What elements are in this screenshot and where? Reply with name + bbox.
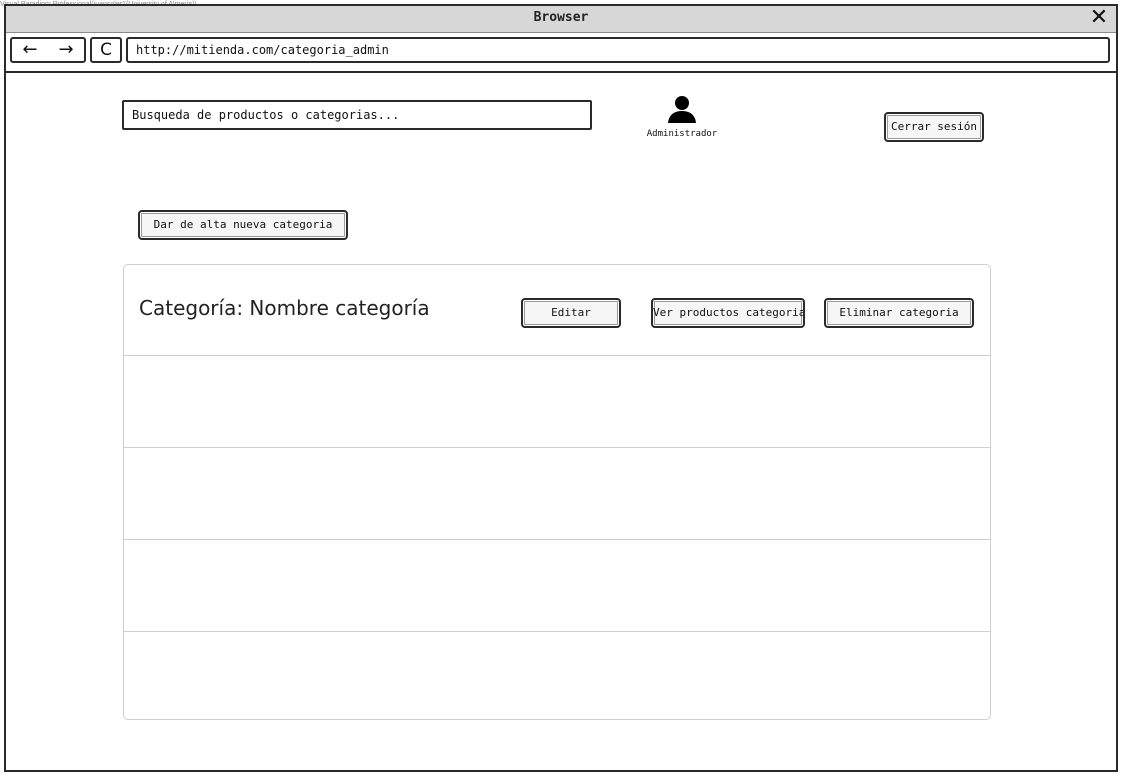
category-panel-header: Categoría: Nombre categoría Editar Ver p… <box>124 265 990 356</box>
category-title: Categoría: Nombre categoría <box>139 296 430 320</box>
view-products-button[interactable]: Ver productos categoria <box>651 298 805 328</box>
user-icon <box>668 96 696 123</box>
user-profile[interactable]: Administrador <box>646 95 718 139</box>
edit-button[interactable]: Editar <box>521 298 621 328</box>
back-arrow-icon[interactable]: ← <box>22 39 37 61</box>
delete-category-button[interactable]: Eliminar categoria <box>824 298 974 328</box>
url-bar[interactable]: http://mitienda.com/categoria_admin <box>126 37 1110 63</box>
window-title: Browser <box>533 10 589 25</box>
forward-arrow-icon[interactable]: → <box>58 39 73 61</box>
list-row <box>124 632 990 719</box>
list-row <box>124 540 990 632</box>
close-icon[interactable]: ✕ <box>1088 6 1110 30</box>
logout-button[interactable]: Cerrar sesión <box>884 112 984 142</box>
list-row <box>124 356 990 448</box>
category-panel: Categoría: Nombre categoría Editar Ver p… <box>123 264 991 720</box>
search-input[interactable]: Busqueda de productos o categorias... <box>122 100 592 130</box>
window-titlebar: Browser ✕ <box>6 6 1116 33</box>
nav-buttons: ← → <box>10 37 86 63</box>
list-row <box>124 448 990 540</box>
browser-window: Browser ✕ ← → C http://mitienda.com/cate… <box>4 4 1118 772</box>
reload-icon[interactable]: C <box>90 37 122 63</box>
add-category-button[interactable]: Dar de alta nueva categoria <box>138 210 348 240</box>
page-content: Busqueda de productos o categorias... Ad… <box>6 73 1116 770</box>
user-name: Administrador <box>646 129 718 139</box>
browser-toolbar: ← → C http://mitienda.com/categoria_admi… <box>6 33 1116 73</box>
